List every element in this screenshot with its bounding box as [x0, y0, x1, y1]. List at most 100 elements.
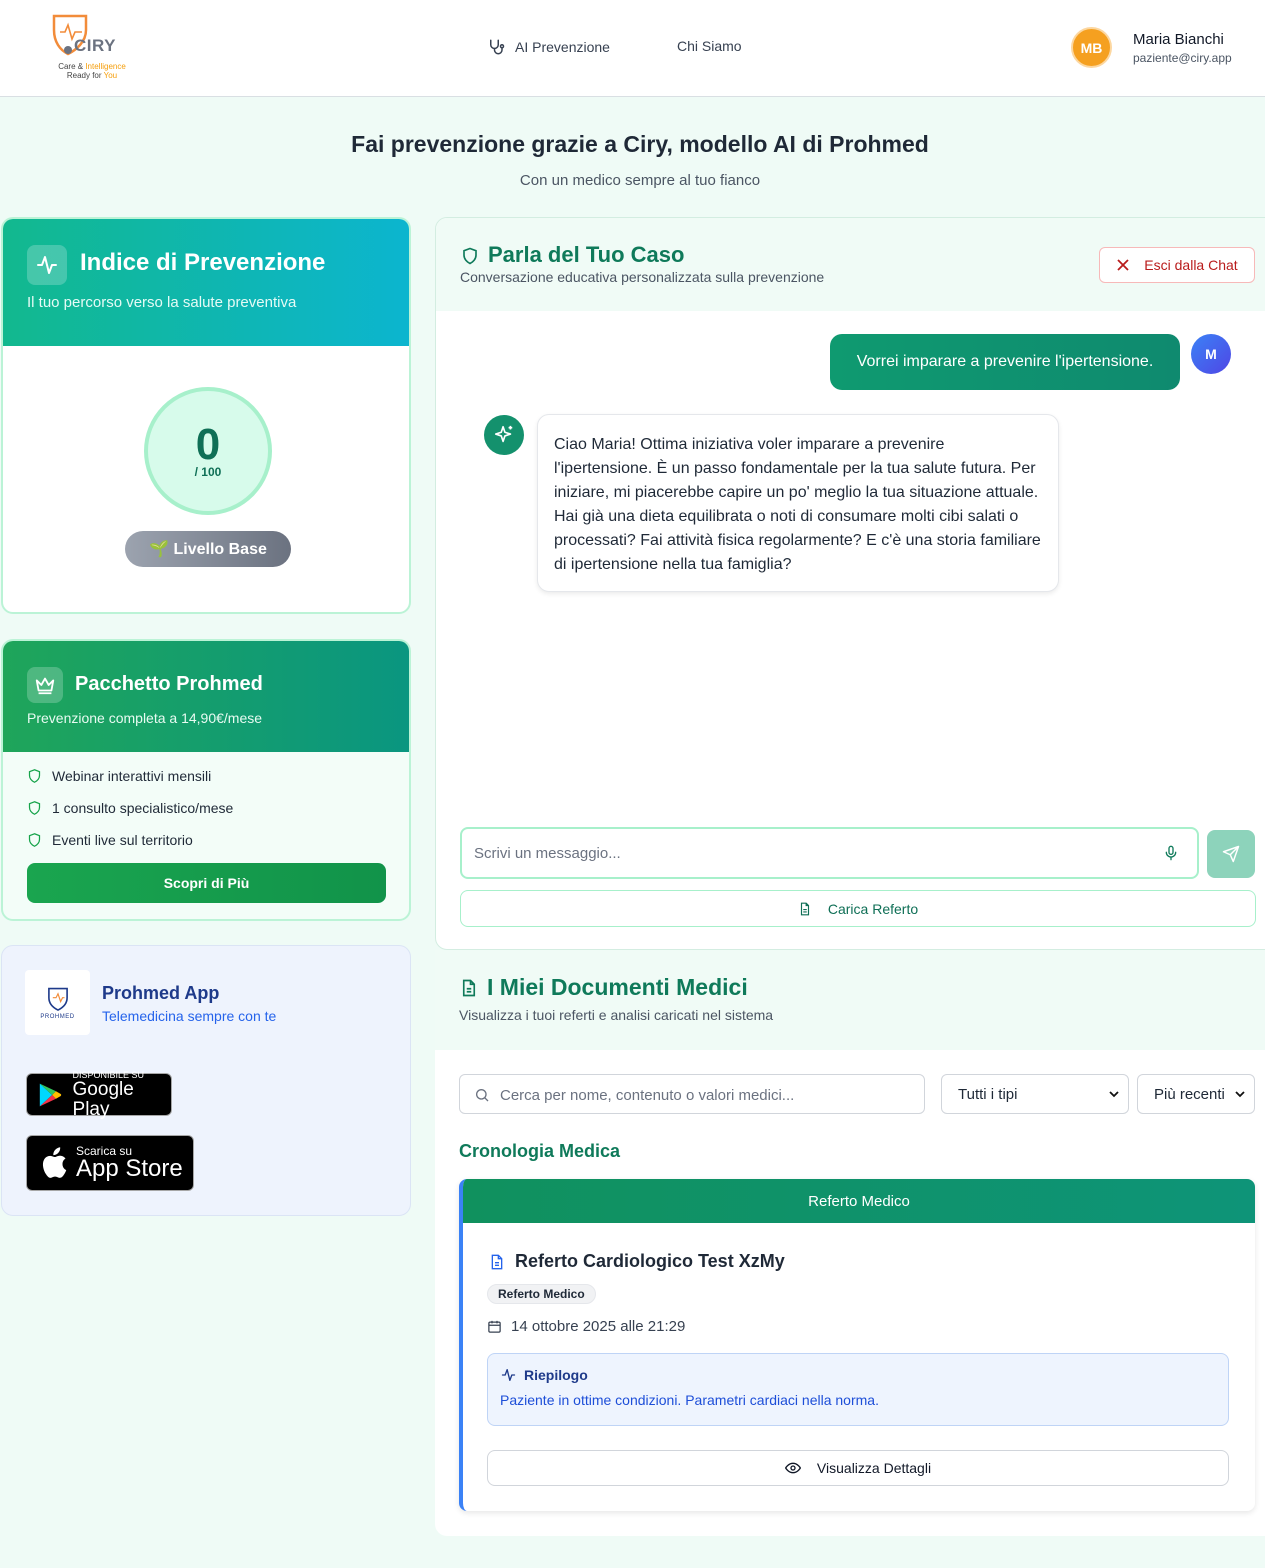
top-header: CIRY Care & Intelligence Ready for You A… — [0, 0, 1265, 97]
app-store-big: App Store — [76, 1155, 183, 1182]
type-filter-select[interactable]: Tutti i tipi — [941, 1074, 1129, 1114]
exit-chat-button[interactable]: Esci dalla Chat — [1099, 247, 1255, 283]
message-input-box[interactable] — [460, 827, 1199, 879]
chevron-down-icon — [1235, 1091, 1245, 1098]
send-icon — [1222, 845, 1240, 863]
logo-name: CIRY — [74, 36, 116, 55]
activity-icon — [27, 245, 67, 285]
summary-text: Paziente in ottime condizioni. Parametri… — [500, 1392, 879, 1408]
app-subtitle: Telemedicina sempre con te — [102, 1008, 277, 1024]
search-icon — [476, 1089, 489, 1102]
upload-report-button[interactable]: Carica Referto — [460, 890, 1256, 927]
document-search-input[interactable] — [500, 1084, 910, 1106]
assistant-message: Ciao Maria! Ottima iniziativa voler impa… — [537, 414, 1059, 592]
shield-icon — [463, 247, 477, 265]
document-title: Referto Cardiologico Test XzMy — [515, 1251, 785, 1271]
package-feature: 1 consulto specialistico/mese — [27, 800, 233, 816]
documents-header: I Miei Documenti Medici Visualizza i tuo… — [435, 950, 1265, 1050]
activity-icon — [501, 1369, 516, 1381]
score-max: / 100 — [194, 465, 222, 479]
sort-select[interactable]: Più recenti — [1137, 1074, 1255, 1114]
document-search-box[interactable] — [459, 1074, 925, 1114]
shield-stethoscope-icon — [47, 987, 68, 1011]
page-title: Fai prevenzione grazie a Ciry, modello A… — [351, 131, 929, 157]
microphone-icon[interactable] — [1163, 844, 1179, 862]
package-feature-label: 1 consulto specialistico/mese — [52, 800, 234, 816]
package-subtitle: Prevenzione completa a 14,90€/mese — [27, 710, 263, 726]
message-input[interactable] — [474, 841, 1154, 865]
user-message: Vorrei imparare a prevenire l'ipertensio… — [830, 334, 1180, 390]
view-details-label: Visualizza Dettagli — [816, 1460, 932, 1476]
send-button[interactable] — [1207, 830, 1255, 878]
exit-chat-label: Esci dalla Chat — [1144, 257, 1238, 273]
app-title: Prohmed App — [102, 983, 220, 1003]
calendar-icon — [488, 1320, 501, 1333]
nav-chi-siamo[interactable]: Chi Siamo — [677, 38, 742, 54]
chat-panel: Parla del Tuo Caso Conversazione educati… — [435, 217, 1265, 950]
nav-chi-label: Chi Siamo — [677, 38, 742, 54]
nav-ai-label: AI Prevenzione — [515, 39, 610, 55]
package-header: Pacchetto Prohmed Prevenzione completa a… — [3, 641, 409, 752]
document-icon — [800, 902, 809, 915]
package-title: Pacchetto Prohmed — [75, 673, 263, 695]
page-subtitle: Con un medico sempre al tuo fianco — [519, 172, 761, 189]
score-value: 0 — [195, 420, 221, 469]
apple-icon — [42, 1147, 67, 1178]
document-icon — [462, 979, 476, 997]
documents-subtitle: Visualizza i tuoi referti e analisi cari… — [459, 1007, 774, 1023]
chat-title: Parla del Tuo Caso — [488, 242, 685, 267]
chat-subtitle: Conversazione educativa personalizzata s… — [460, 269, 825, 285]
nav-ai-prevenzione[interactable]: AI Prevenzione — [487, 38, 610, 56]
google-play-button[interactable]: DISPONIBILE SU Google Play — [26, 1069, 172, 1119]
documents-panel: I Miei Documenti Medici Visualizza i tuo… — [435, 950, 1265, 1536]
view-details-button[interactable]: Visualizza Dettagli — [487, 1450, 1229, 1486]
user-name: Maria Bianchi — [1133, 31, 1224, 48]
chevron-down-icon — [1109, 1091, 1119, 1098]
prohmed-logo: PROHMED — [25, 970, 90, 1035]
user-message-avatar: M — [1191, 334, 1231, 374]
user-avatar[interactable]: MB — [1071, 27, 1112, 68]
summary-title: Riepilogo — [524, 1367, 588, 1383]
package-feature: Webinar interattivi mensili — [27, 768, 211, 784]
document-icon — [491, 1254, 503, 1270]
sparkles-icon — [494, 425, 513, 443]
package-feature-label: Eventi live sul territorio — [52, 832, 193, 848]
shield-icon — [28, 769, 41, 783]
sort-value: Più recenti — [1154, 1085, 1225, 1103]
prohmed-logo-text: PROHMED — [40, 1013, 75, 1020]
chat-header: Parla del Tuo Caso Conversazione educati… — [436, 218, 1265, 311]
type-filter-value: Tutti i tipi — [958, 1085, 1018, 1103]
prevention-index-header: Indice di Prevenzione Il tuo percorso ve… — [3, 219, 409, 346]
timeline-title: Cronologia Medica — [459, 1141, 621, 1161]
discover-more-button[interactable]: Scopri di Più — [27, 863, 386, 903]
document-badge: Referto Medico — [487, 1284, 596, 1304]
upload-report-label: Carica Referto — [827, 900, 919, 917]
google-play-small: DISPONIBILE SU — [72, 1069, 145, 1080]
user-email: paziente@ciry.app — [1133, 51, 1232, 65]
score-ring: 0 / 100 — [144, 387, 272, 515]
shield-icon — [28, 833, 41, 847]
prevention-index-title: Indice di Prevenzione — [80, 249, 326, 276]
google-play-icon — [39, 1083, 62, 1106]
level-badge: 🌱 Livello Base — [125, 531, 291, 567]
app-store-button[interactable]: Scarica su App Store — [26, 1135, 194, 1191]
package-card: Pacchetto Prohmed Prevenzione completa a… — [1, 639, 411, 921]
stethoscope-icon — [490, 39, 505, 55]
logo-tagline: Care & Intelligence Ready for You — [58, 62, 126, 80]
eye-icon — [784, 1462, 801, 1474]
document-type-band: Referto Medico — [463, 1179, 1255, 1223]
prevention-index-card: Indice di Prevenzione Il tuo percorso ve… — [1, 217, 411, 614]
package-feature: Eventi live sul territorio — [27, 832, 193, 848]
document-summary: Riepilogo Paziente in ottime condizioni.… — [487, 1353, 1229, 1426]
close-icon — [1117, 259, 1129, 271]
assistant-avatar — [484, 415, 524, 455]
app-promo-card: PROHMED Prohmed App Telemedicina sempre … — [1, 945, 411, 1216]
package-feature-label: Webinar interattivi mensili — [52, 768, 212, 784]
crown-icon — [27, 667, 63, 703]
documents-title: I Miei Documenti Medici — [487, 974, 748, 1000]
document-date: 14 ottobre 2025 alle 21:29 — [511, 1318, 686, 1335]
document-card: Referto Medico Referto Cardiologico Test… — [459, 1179, 1255, 1511]
prevention-index-subtitle: Il tuo percorso verso la salute preventi… — [27, 294, 297, 311]
shield-icon — [28, 801, 41, 815]
google-play-big: Google Play — [72, 1078, 134, 1120]
